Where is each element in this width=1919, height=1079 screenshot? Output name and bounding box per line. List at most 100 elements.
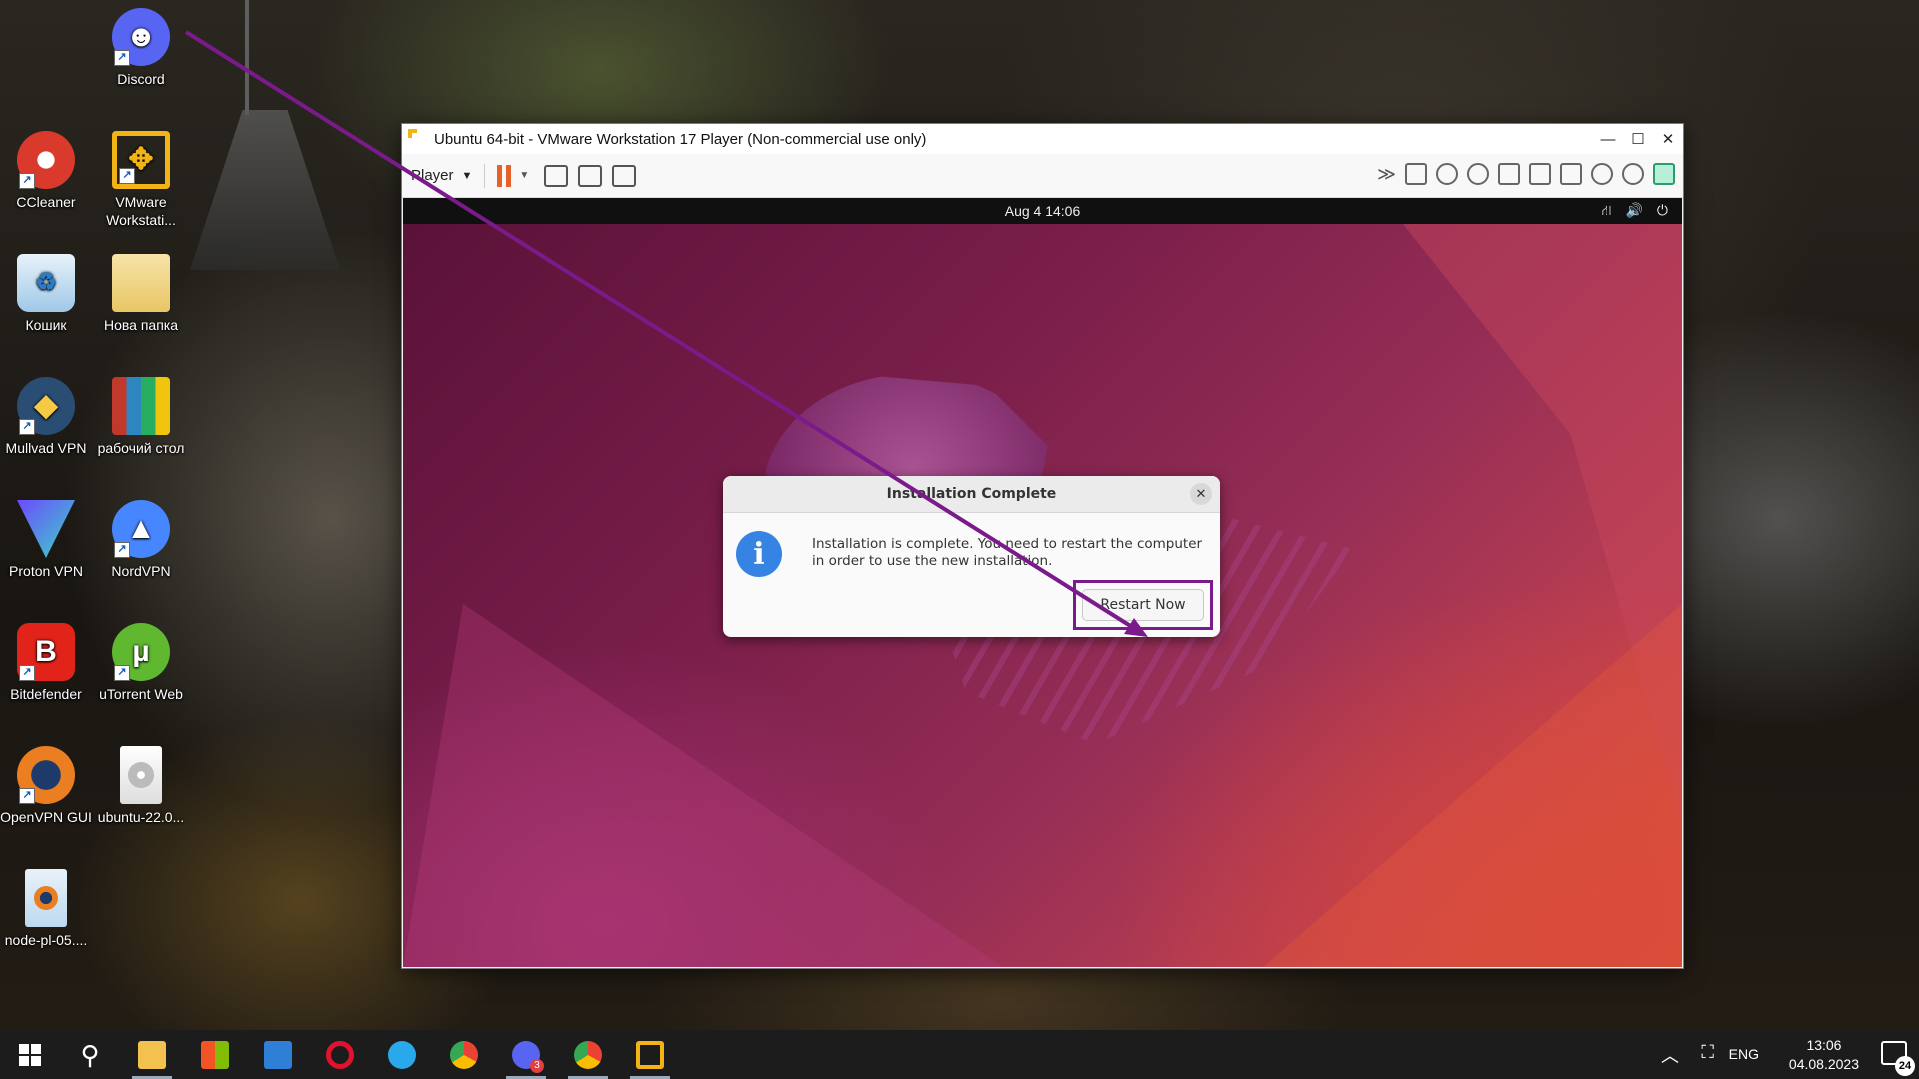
lamp-cord — [245, 0, 249, 115]
desktop-icon-label: CCleaner — [16, 194, 76, 210]
opera-icon — [326, 1041, 354, 1069]
show-hidden-icons-icon[interactable]: ︿ — [1661, 1042, 1679, 1068]
close-button[interactable]: ✕ — [1653, 124, 1683, 154]
taskbar-discord[interactable]: 3 — [506, 1035, 546, 1079]
bitdefender-icon: B ↗ — [17, 623, 75, 681]
search-button[interactable]: ⚲ — [70, 1035, 110, 1075]
desktop-icon-recycle-bin[interactable]: ♻ Кошик — [0, 248, 92, 358]
network-status-icon[interactable]: ⛶ — [1701, 1042, 1714, 1063]
printer-icon[interactable] — [1560, 163, 1582, 185]
system-tray: ︿ ⛶ ENG 13:06 04.08.2023 24 — [1619, 1030, 1919, 1079]
window-title: Ubuntu 64-bit - VMware Workstation 17 Pl… — [434, 130, 927, 148]
desktop-icon-label: OpenVPN GUI — [0, 809, 92, 825]
restart-now-button[interactable]: Restart Now — [1082, 589, 1204, 621]
input-language[interactable]: ENG — [1729, 1046, 1759, 1062]
taskbar-telegram[interactable] — [382, 1035, 422, 1075]
desktop-icon-label: NordVPN — [111, 563, 171, 579]
taskbar-clock[interactable]: 13:06 04.08.2023 — [1789, 1036, 1859, 1074]
guest-screen[interactable]: Aug 4 14:06 ⛙ 🔊 ⏻ Installation Complete … — [403, 198, 1682, 967]
toolbar-separator — [484, 163, 486, 188]
overflow-chevron-icon[interactable]: ≫ — [1377, 164, 1396, 185]
network-adapter-icon[interactable] — [1529, 163, 1551, 185]
archive-icon — [112, 377, 170, 435]
desktop-icon-ubuntu-iso[interactable]: ubuntu-22.0... — [95, 740, 187, 850]
ubuntu-desktop-background: Installation Complete ✕ i Installation i… — [403, 224, 1682, 967]
desktop-icon-label: Кошик — [25, 317, 67, 333]
device-icons: ≫ — [1377, 163, 1675, 185]
pause-dropdown-icon[interactable]: ▼ — [519, 170, 529, 181]
taskbar-mail[interactable] — [258, 1035, 298, 1075]
shortcut-arrow-icon: ↗ — [19, 665, 35, 681]
usb-icon[interactable] — [1622, 163, 1644, 185]
clock-time: 13:06 — [1806, 1037, 1842, 1053]
desktop-icon-mullvad[interactable]: ◆ ↗ Mullvad VPN — [0, 371, 92, 481]
taskbar-chrome-profile[interactable] — [568, 1035, 608, 1079]
player-menu[interactable]: Player ▼ — [411, 167, 472, 184]
desktop-icon-nordvpn[interactable]: ▲ ↗ NordVPN — [95, 494, 187, 604]
clock-date: 04.08.2023 — [1788, 1056, 1859, 1072]
file-explorer-icon — [138, 1041, 166, 1069]
mail-icon — [264, 1041, 292, 1069]
desktop-icon-archive[interactable]: рабочий стол — [95, 371, 187, 481]
windows-logo-icon — [19, 1044, 41, 1066]
unity-icon[interactable] — [612, 164, 637, 187]
desktop-icon-label: Mullvad VPN — [5, 440, 87, 456]
dialog-close-button[interactable]: ✕ — [1190, 483, 1212, 505]
start-button[interactable] — [10, 1035, 50, 1075]
maximize-button[interactable]: ☐ — [1623, 124, 1653, 154]
dialog-header: Installation Complete ✕ — [723, 476, 1220, 513]
chrome-icon — [450, 1041, 478, 1069]
desktop-icon-ovpn-file[interactable]: node-pl-05.... — [0, 863, 92, 973]
pause-icon[interactable] — [497, 164, 512, 187]
taskbar-file-explorer[interactable] — [132, 1035, 172, 1079]
vmware-window[interactable]: Ubuntu 64-bit - VMware Workstation 17 Pl… — [401, 123, 1684, 969]
shortcut-arrow-icon: ↗ — [114, 665, 130, 681]
cd-dvd-2-icon[interactable] — [1467, 163, 1489, 185]
desktop-icon-bitdefender[interactable]: B ↗ Bitdefender — [0, 617, 92, 727]
fullscreen-icon[interactable] — [578, 164, 603, 187]
desktop-icon-openvpn[interactable]: ↗ OpenVPN GUI — [0, 740, 92, 850]
protonvpn-icon — [17, 500, 75, 558]
network-icon: ⛙ — [1601, 202, 1612, 218]
desktop-icon-discord[interactable]: ☻ ↗ Discord — [95, 2, 187, 112]
desktop-icon-ccleaner[interactable]: ↗ CCleaner — [0, 125, 92, 235]
desktop-icon-label: Нова папка — [103, 317, 179, 333]
taskbar-vmware[interactable] — [630, 1035, 670, 1079]
search-icon: ⚲ — [80, 1039, 100, 1070]
ubuntu-clock[interactable]: Aug 4 14:06 — [1005, 203, 1081, 219]
shortcut-arrow-icon: ↗ — [19, 788, 35, 804]
taskbar-opera[interactable] — [320, 1035, 360, 1075]
cd-dvd-icon[interactable] — [1436, 163, 1458, 185]
desktop-icon-new-folder[interactable]: Нова папка — [95, 248, 187, 358]
desktop-icon-vmware[interactable]: ✥ ↗ VMware Workstati... — [95, 125, 187, 235]
desktop-icon-utorrent[interactable]: µ ↗ uTorrent Web — [95, 617, 187, 727]
desktop-icon-label: Proton VPN — [9, 563, 83, 579]
nordvpn-icon: ▲ ↗ — [112, 500, 170, 558]
ubuntu-system-tray[interactable]: ⛙ 🔊 ⏻ — [1602, 202, 1668, 221]
folder-icon — [112, 254, 170, 312]
wallpaper-facet — [1263, 604, 1682, 967]
installation-complete-dialog: Installation Complete ✕ i Installation i… — [723, 476, 1220, 637]
chrome-icon — [574, 1041, 602, 1069]
floppy-icon[interactable] — [1498, 163, 1520, 185]
recycle-bin-icon: ♻ — [17, 254, 75, 312]
sound-card-icon[interactable] — [1591, 163, 1613, 185]
desktop-icon-label: Discord — [117, 71, 165, 87]
message-log-icon[interactable] — [1653, 163, 1675, 185]
desktop-icon-label: ubuntu-22.0... — [97, 809, 185, 825]
taskbar-chrome[interactable] — [444, 1035, 484, 1075]
openvpn-icon: ↗ — [17, 746, 75, 804]
vmware-app-icon — [408, 129, 417, 138]
dialog-message: Installation is complete. You need to re… — [812, 536, 1203, 569]
dialog-title: Installation Complete — [886, 486, 1057, 502]
minimize-button[interactable]: — — [1593, 124, 1623, 154]
desktop-icon-protonvpn[interactable]: Proton VPN — [0, 494, 92, 604]
vmware-titlebar[interactable]: Ubuntu 64-bit - VMware Workstation 17 Pl… — [402, 124, 1683, 154]
shortcut-arrow-icon: ↗ — [114, 50, 130, 66]
taskbar-microsoft-store[interactable] — [195, 1035, 235, 1075]
desktop-icon-label: рабочий стол — [97, 440, 185, 456]
vmware-toolbar: Player ▼ ▼ ≫ — [402, 154, 1683, 198]
send-ctrl-alt-del-icon[interactable] — [544, 164, 569, 187]
shortcut-arrow-icon: ↗ — [19, 173, 35, 189]
hard-disk-icon[interactable] — [1405, 163, 1427, 185]
